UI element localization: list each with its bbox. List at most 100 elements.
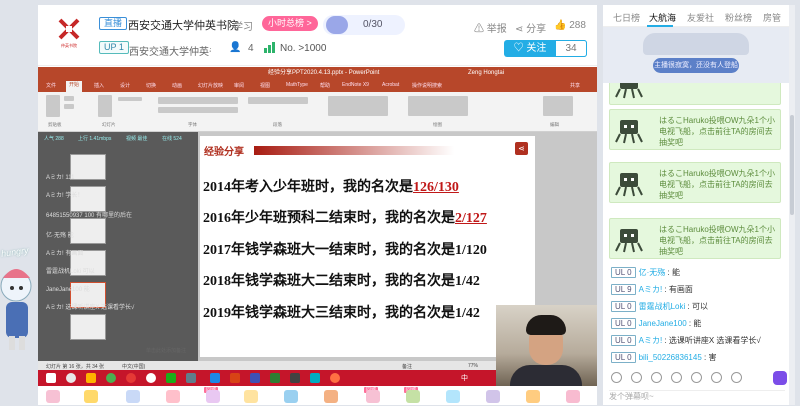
gift-icon[interactable] bbox=[486, 390, 500, 403]
chat-username[interactable]: Aミカ! bbox=[639, 336, 663, 345]
ribbon-group-label: 段落 bbox=[273, 122, 282, 127]
gift-icon[interactable] bbox=[206, 390, 220, 403]
find-icon bbox=[543, 96, 573, 116]
font-format-icon bbox=[158, 107, 238, 113]
like-button[interactable]: 👍 288 bbox=[554, 20, 586, 31]
follow-button[interactable]: ♡ 关注 34 bbox=[504, 40, 587, 57]
current-slide: 经验分享 ⋖ 2014年考入少年班时，我的名次是126/130 2016年少年班… bbox=[200, 136, 535, 357]
gift-icon[interactable] bbox=[126, 390, 140, 403]
slide-line: 2017年钱学森班大一结束时，我的名次是1/120 bbox=[203, 239, 487, 259]
tab-seven-day[interactable]: 七日榜 bbox=[613, 11, 640, 24]
ship-illustration bbox=[643, 33, 749, 55]
system-message: はるこHaruko投喂OW九朵1个小电视飞船，点击前往TA的房间去抽奖吧 bbox=[609, 109, 781, 150]
user-icon: 👤 bbox=[229, 42, 242, 53]
obs-icon bbox=[330, 373, 340, 383]
mascot-decoration-icon bbox=[0, 269, 32, 350]
message-icon[interactable] bbox=[773, 371, 787, 385]
language: 中文(中国) bbox=[122, 364, 146, 370]
danmaku-line: JaneJane100 能 bbox=[46, 287, 90, 293]
danmaku-line: Aミカ! 111 bbox=[46, 175, 75, 181]
hour-rank-badge[interactable]: 小时总榜 > bbox=[262, 16, 318, 31]
slide-line: 2014年考入少年班时，我的名次是126/130 bbox=[203, 176, 459, 196]
gift-icon[interactable] bbox=[406, 390, 420, 403]
danmaku-line: Aミカ! 学长！ bbox=[46, 193, 84, 199]
chat-username[interactable]: JaneJane100 bbox=[639, 319, 687, 328]
tab-voyage[interactable]: 大航海 bbox=[649, 11, 676, 24]
chat-message: UL 9 Aミカ! : 有画面 bbox=[611, 284, 693, 296]
robot-avatar-icon bbox=[615, 83, 643, 99]
paragraph-icon bbox=[248, 97, 308, 104]
ppt-tab: 幻灯片放映 bbox=[198, 83, 224, 89]
gift-icon[interactable] bbox=[566, 390, 580, 403]
gift-icon[interactable] bbox=[166, 390, 180, 403]
slide-line-text: 2018年钱学森班大二结束时，我的名次是1/42 bbox=[203, 274, 480, 289]
page-scrollbar[interactable] bbox=[789, 5, 795, 405]
sticker-icon[interactable] bbox=[631, 372, 642, 383]
chat-input[interactable]: 发个弹幕呗~ bbox=[609, 390, 785, 404]
gift-box-icon[interactable] bbox=[651, 372, 662, 383]
chat-list[interactable]: ほ はるこHaruko投喂OW九朵1个小电视飞船，点击前往TA的房间去抽奖吧 は… bbox=[603, 83, 789, 369]
chat-username[interactable]: Aミカ! bbox=[639, 285, 663, 294]
ppt-tab: 动画 bbox=[172, 83, 183, 89]
chat-username[interactable]: bili_50226836145 bbox=[639, 353, 702, 362]
zoom-level: 77% bbox=[468, 363, 479, 369]
slide-line-text: 2016年少年班预科二结束时，我的名次是 bbox=[203, 211, 455, 226]
gift-icon[interactable] bbox=[84, 390, 98, 403]
chat-username[interactable]: 雷霆战机Loki bbox=[639, 302, 686, 311]
gift-icon[interactable] bbox=[446, 390, 460, 403]
gift-icon[interactable] bbox=[526, 390, 540, 403]
chat-username[interactable]: 亿·无殇 bbox=[639, 268, 666, 277]
gift-icon[interactable] bbox=[366, 390, 380, 403]
rank-text: No. >1000 bbox=[280, 43, 327, 54]
folder-icon bbox=[86, 373, 96, 383]
rank-bars-icon bbox=[264, 42, 276, 53]
robot-avatar-icon bbox=[615, 173, 643, 197]
stat: 人气 288 bbox=[44, 136, 64, 142]
tab-moderators[interactable]: 房管 bbox=[763, 11, 781, 24]
live-room-main: 仲英书院 直播 西安交通大学仲英书院 学习 小时总榜 > 0/30 ⚠ 举报 ⋖… bbox=[38, 5, 597, 405]
chat-text: 有画面 bbox=[668, 285, 693, 294]
like-count: 288 bbox=[569, 20, 586, 31]
voyage-banner: 主播很寂寞，还没有人登船 bbox=[603, 27, 789, 83]
lottery-icon[interactable] bbox=[711, 372, 722, 383]
share-button[interactable]: ⋖ 分享 bbox=[515, 20, 546, 35]
chat-message: UL 0 雷霆战机Loki : 可以 bbox=[611, 301, 708, 313]
font-box-icon bbox=[158, 97, 238, 104]
wechat-icon bbox=[166, 373, 176, 383]
gift-icon[interactable] bbox=[284, 390, 298, 403]
gift-icon[interactable] bbox=[324, 390, 338, 403]
slide-line-text: 2014年考入少年班时，我的名次是 bbox=[203, 180, 413, 195]
tab-fans-rank[interactable]: 粉丝榜 bbox=[725, 11, 752, 24]
danmaku-line: 64851550937 100 有哪里的后在 bbox=[46, 213, 133, 219]
chat-message: UL 0 Aミカ! : 选课听讲座X 选课看学长√ bbox=[611, 335, 761, 347]
tab-friend-club[interactable]: 友爱社 bbox=[687, 11, 714, 24]
share-icon[interactable]: ⋖ bbox=[515, 142, 528, 155]
logo-caption: 仲英书院 bbox=[61, 43, 77, 48]
system-message-text: はるこHaruko投喂OW九朵1个小电视飞船，点击前往TA的房间去抽奖吧 bbox=[659, 225, 776, 256]
emoji-icon[interactable] bbox=[611, 372, 622, 383]
hour-rank-arrow: > bbox=[306, 18, 312, 28]
ppt-share: 共享 bbox=[570, 83, 581, 89]
up-level-badge: UP 1 bbox=[99, 41, 129, 54]
side-panel: 七日榜 大航海 友爱社 粉丝榜 房管 主播很寂寞，还没有人登船 ほ はるこHar… bbox=[603, 5, 789, 405]
ime-indicator: 中 bbox=[461, 375, 468, 382]
room-category[interactable]: 学习 bbox=[233, 18, 253, 33]
scrollbar-thumb[interactable] bbox=[790, 115, 794, 215]
fans-medal[interactable]: 0/30 bbox=[323, 15, 405, 35]
gift-icon[interactable] bbox=[244, 390, 258, 403]
stat: 在线 524 bbox=[162, 136, 182, 142]
user-level-badge: UL 0 bbox=[611, 335, 636, 346]
chat-message: UL 0 亿·无殇 : 能 bbox=[611, 267, 680, 279]
live-video-player[interactable]: 经验分享PPT2020.4.13.pptx - PowerPoint Zeng … bbox=[38, 67, 597, 386]
report-button[interactable]: ⚠ 举报 bbox=[474, 20, 507, 35]
theme-icon[interactable] bbox=[691, 372, 702, 383]
up-name[interactable]: 西安交通大学仲英书院 bbox=[129, 43, 211, 58]
image-icon[interactable] bbox=[671, 372, 682, 383]
settings-icon[interactable] bbox=[731, 372, 742, 383]
share-label: 分享 bbox=[526, 24, 547, 35]
robot-avatar-icon bbox=[615, 229, 643, 253]
search-icon bbox=[66, 373, 76, 383]
ppt-tab: EndNote X9 bbox=[342, 82, 369, 88]
chat-message: UL 0 JaneJane100 : 能 bbox=[611, 318, 701, 330]
gift-icon[interactable] bbox=[46, 390, 60, 403]
